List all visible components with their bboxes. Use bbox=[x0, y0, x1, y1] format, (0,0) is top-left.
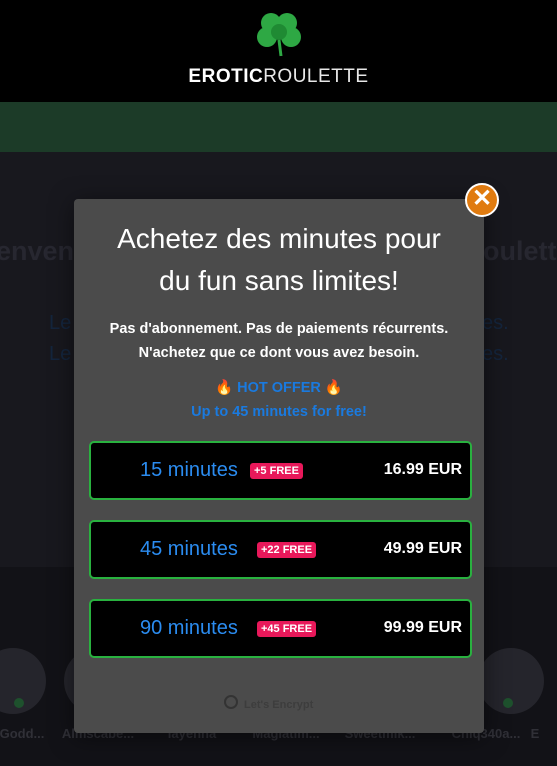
free-bonus-badge: +22 FREE bbox=[257, 542, 317, 558]
brand-light: ROULETTE bbox=[263, 66, 369, 87]
clover-icon bbox=[257, 13, 301, 57]
brand-logo[interactable]: EROTICROULETTE bbox=[0, 66, 557, 88]
plan-minutes: 45 minutes bbox=[140, 538, 238, 560]
plan-minutes: 15 minutes bbox=[140, 459, 238, 481]
fire-icon: 🔥 bbox=[324, 380, 343, 396]
plan-price: 16.99 EUR bbox=[383, 461, 462, 478]
plan-option-15[interactable]: 15 minutes +5 FREE 16.99 EUR bbox=[89, 441, 472, 500]
free-bonus-badge: +45 FREE bbox=[257, 621, 317, 637]
plan-price: 99.99 EUR bbox=[383, 619, 462, 636]
site-header: EROTICROULETTE bbox=[0, 0, 557, 102]
lock-icon bbox=[224, 695, 238, 709]
fire-icon: 🔥 bbox=[215, 380, 234, 396]
close-button[interactable]: ✕ bbox=[465, 183, 499, 217]
modal-title: Achetez des minutes pour du fun sans lim… bbox=[74, 218, 484, 302]
modal-subtitle-line-1: Pas d'abonnement. Pas de paiements récur… bbox=[109, 321, 449, 337]
modal-title-line-1: Achetez des minutes pour bbox=[117, 223, 441, 254]
plan-option-90[interactable]: 90 minutes +45 FREE 99.99 EUR bbox=[89, 599, 472, 658]
modal-subtitle: Pas d'abonnement. Pas de paiements récur… bbox=[74, 317, 484, 365]
promo-bar bbox=[0, 102, 557, 152]
secure-seal-label: Let's Encrypt bbox=[244, 699, 314, 711]
hot-offer-banner: 🔥 HOT OFFER 🔥 bbox=[74, 379, 484, 396]
modal-subtitle-line-2: N'achetez que ce dont vous avez besoin. bbox=[138, 345, 420, 361]
modal-title-line-2: du fun sans limites! bbox=[159, 265, 399, 296]
hot-offer-label: HOT OFFER bbox=[237, 380, 321, 396]
plan-price: 49.99 EUR bbox=[383, 540, 462, 557]
free-bonus-badge: +5 FREE bbox=[250, 463, 303, 479]
plan-option-45[interactable]: 45 minutes +22 FREE 49.99 EUR bbox=[89, 520, 472, 579]
purchase-modal: Achetez des minutes pour du fun sans lim… bbox=[74, 199, 484, 733]
plan-minutes: 90 minutes bbox=[140, 617, 238, 639]
free-minutes-note: Up to 45 minutes for free! bbox=[191, 404, 367, 420]
brand-bold: EROTIC bbox=[188, 66, 264, 87]
